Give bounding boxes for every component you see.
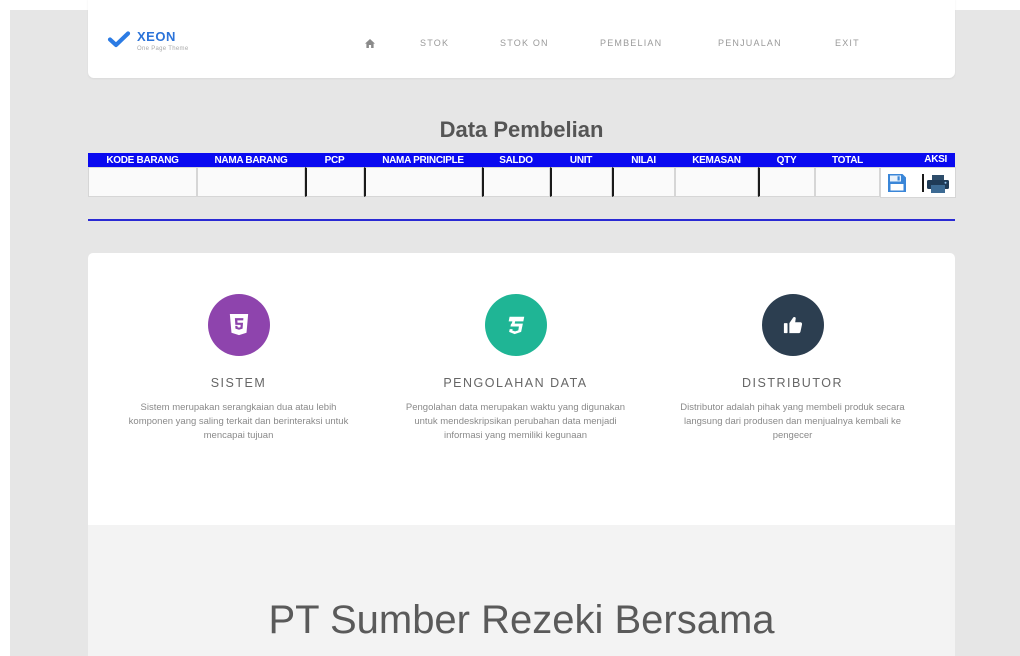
feature-pengolahan-data: PENGOLAHAN DATA Pengolahan data merupaka…: [377, 294, 654, 443]
col-header-qty: QTY: [758, 153, 815, 167]
unit-input[interactable]: [550, 167, 612, 197]
feature-sistem: SISTEM Sistem merupakan serangkaian dua …: [100, 294, 377, 443]
col-header-nama-barang: NAMA BARANG: [197, 153, 305, 167]
col-header-unit: UNIT: [550, 153, 612, 167]
col-header-total: TOTAL: [815, 153, 880, 167]
kemasan-input[interactable]: [675, 167, 758, 197]
feature-description: Sistem merupakan serangkaian dua atau le…: [128, 402, 349, 441]
col-header-pcp: PCP: [305, 153, 364, 167]
save-icon: [887, 173, 906, 192]
page-title: Data Pembelian: [439, 117, 604, 142]
nilai-input[interactable]: [612, 167, 675, 197]
home-icon[interactable]: [365, 39, 375, 48]
pcp-input[interactable]: [305, 167, 364, 197]
css3-icon: [508, 316, 524, 335]
feature-description: Distributor adalah pihak yang membeli pr…: [680, 402, 905, 441]
thumbs-up-icon: [783, 316, 802, 334]
col-header-aksi: AKSI: [880, 153, 955, 167]
navbar: XEON One Page Theme STOK STOK ON PEMBELI…: [88, 0, 955, 78]
brand-tagline: One Page Theme: [137, 46, 189, 52]
col-header-kemasan: KEMASAN: [675, 153, 758, 167]
company-name: PT Sumber Rezeki Bersama: [268, 598, 775, 642]
feature-description: Pengolahan data merupakan waktu yang dig…: [405, 402, 626, 441]
qty-input[interactable]: [758, 167, 815, 197]
feature-icon-badge: [761, 294, 824, 356]
col-header-nilai: NILAI: [612, 153, 675, 167]
nav-pembelian[interactable]: PEMBELIAN: [600, 38, 662, 48]
feature-distributor: DISTRIBUTOR Distributor adalah pihak yan…: [654, 294, 931, 443]
feature-title: SISTEM: [210, 376, 267, 390]
col-header-kode-barang: KODE BARANG: [88, 153, 197, 167]
table-header-row: KODE BARANG NAMA BARANG PCP NAMA PRINCIP…: [88, 153, 955, 167]
kode-barang-input[interactable]: [88, 167, 197, 197]
company-section: PT Sumber Rezeki Bersama: [88, 525, 955, 656]
html5-icon: [229, 314, 248, 336]
col-header-saldo: SALDO: [482, 153, 550, 167]
features-section: SISTEM Sistem merupakan serangkaian dua …: [88, 253, 955, 525]
section-divider: [88, 219, 955, 221]
brand-name[interactable]: XEON: [137, 29, 176, 44]
nav-stok-on[interactable]: STOK ON: [500, 38, 549, 48]
nav-exit[interactable]: EXIT: [835, 38, 860, 48]
col-header-nama-principle: NAMA PRINCIPLE: [364, 153, 482, 167]
nav-stok[interactable]: STOK: [420, 38, 449, 48]
action-cell: [879, 166, 956, 198]
feature-icon-badge: [207, 294, 270, 356]
nama-barang-input[interactable]: [197, 167, 305, 197]
action-separator: [921, 173, 924, 192]
nama-principle-input[interactable]: [364, 167, 482, 197]
print-button[interactable]: [926, 174, 950, 194]
feature-icon-badge: [484, 294, 547, 356]
nav-penjualan[interactable]: PENJUALAN: [718, 38, 782, 48]
table-row: [88, 166, 956, 198]
feature-title: PENGOLAHAN DATA: [443, 376, 588, 390]
total-input[interactable]: [815, 167, 880, 197]
check-icon: [107, 31, 131, 48]
save-button[interactable]: [887, 173, 907, 193]
feature-title: DISTRIBUTOR: [742, 376, 843, 390]
saldo-input[interactable]: [482, 167, 550, 197]
print-icon: [926, 174, 949, 193]
purchase-table: KODE BARANG NAMA BARANG PCP NAMA PRINCIP…: [88, 153, 956, 198]
left-margin: [0, 0, 10, 656]
